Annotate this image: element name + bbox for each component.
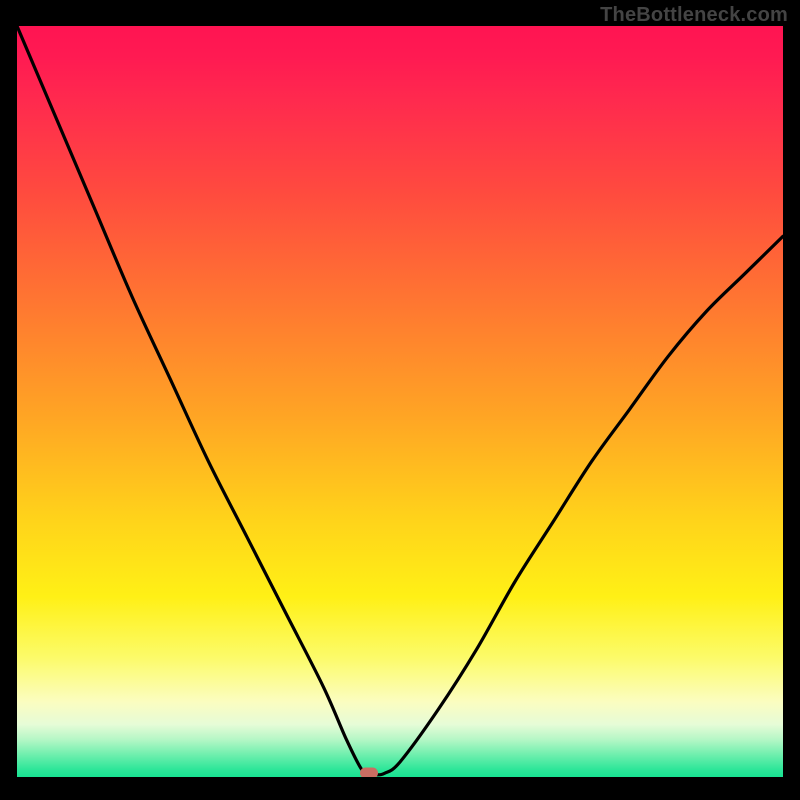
- plot-area: [17, 26, 783, 777]
- watermark-label: TheBottleneck.com: [600, 4, 788, 27]
- chart-frame: TheBottleneck.com: [0, 0, 800, 800]
- bottleneck-curve: [17, 26, 783, 777]
- minimum-marker: [360, 768, 378, 777]
